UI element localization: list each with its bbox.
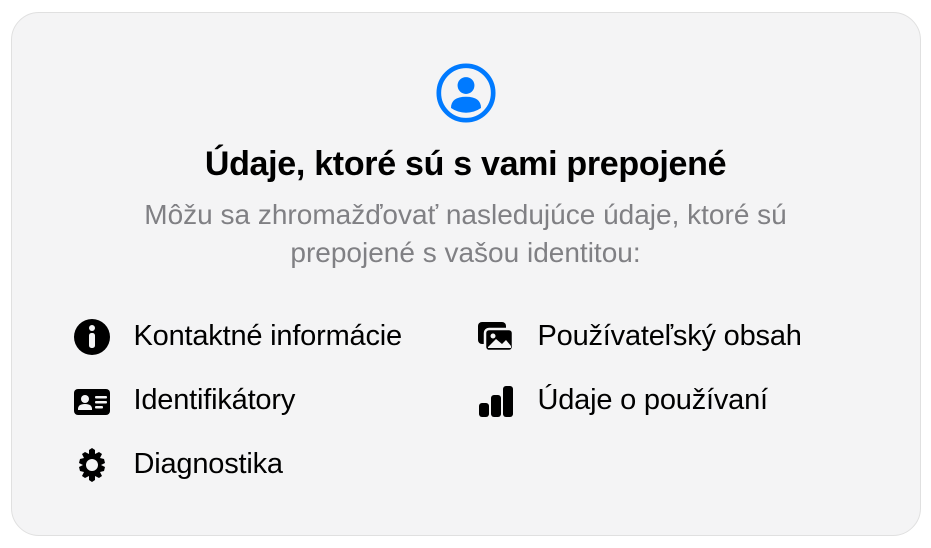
card-title: Údaje, ktoré sú s vami prepojené <box>72 145 860 184</box>
usage-data-icon <box>476 381 516 421</box>
person-circle-icon <box>436 63 496 123</box>
data-item-label: Kontaktné informácie <box>134 320 402 353</box>
data-item-label: Používateľský obsah <box>538 320 802 353</box>
card-header: Údaje, ktoré sú s vami prepojené Môžu sa… <box>72 63 860 272</box>
info-icon <box>72 317 112 357</box>
diagnostics-icon <box>72 445 112 485</box>
data-item-usage-data: Údaje o používaní <box>476 381 860 421</box>
user-content-icon <box>476 317 516 357</box>
card-subtitle: Môžu sa zhromažďovať nasledujúce údaje, … <box>106 196 826 272</box>
identifiers-icon <box>72 381 112 421</box>
data-types-grid: Kontaktné informácie Používateľský obsah <box>72 317 860 485</box>
data-item-contact-info: Kontaktné informácie <box>72 317 456 357</box>
data-item-user-content: Používateľský obsah <box>476 317 860 357</box>
data-item-label: Diagnostika <box>134 448 283 481</box>
data-item-identifiers: Identifikátory <box>72 381 456 421</box>
data-item-label: Identifikátory <box>134 384 296 417</box>
data-item-label: Údaje o používaní <box>538 384 768 417</box>
data-item-diagnostics: Diagnostika <box>72 445 456 485</box>
privacy-card: Údaje, ktoré sú s vami prepojené Môžu sa… <box>11 12 921 536</box>
